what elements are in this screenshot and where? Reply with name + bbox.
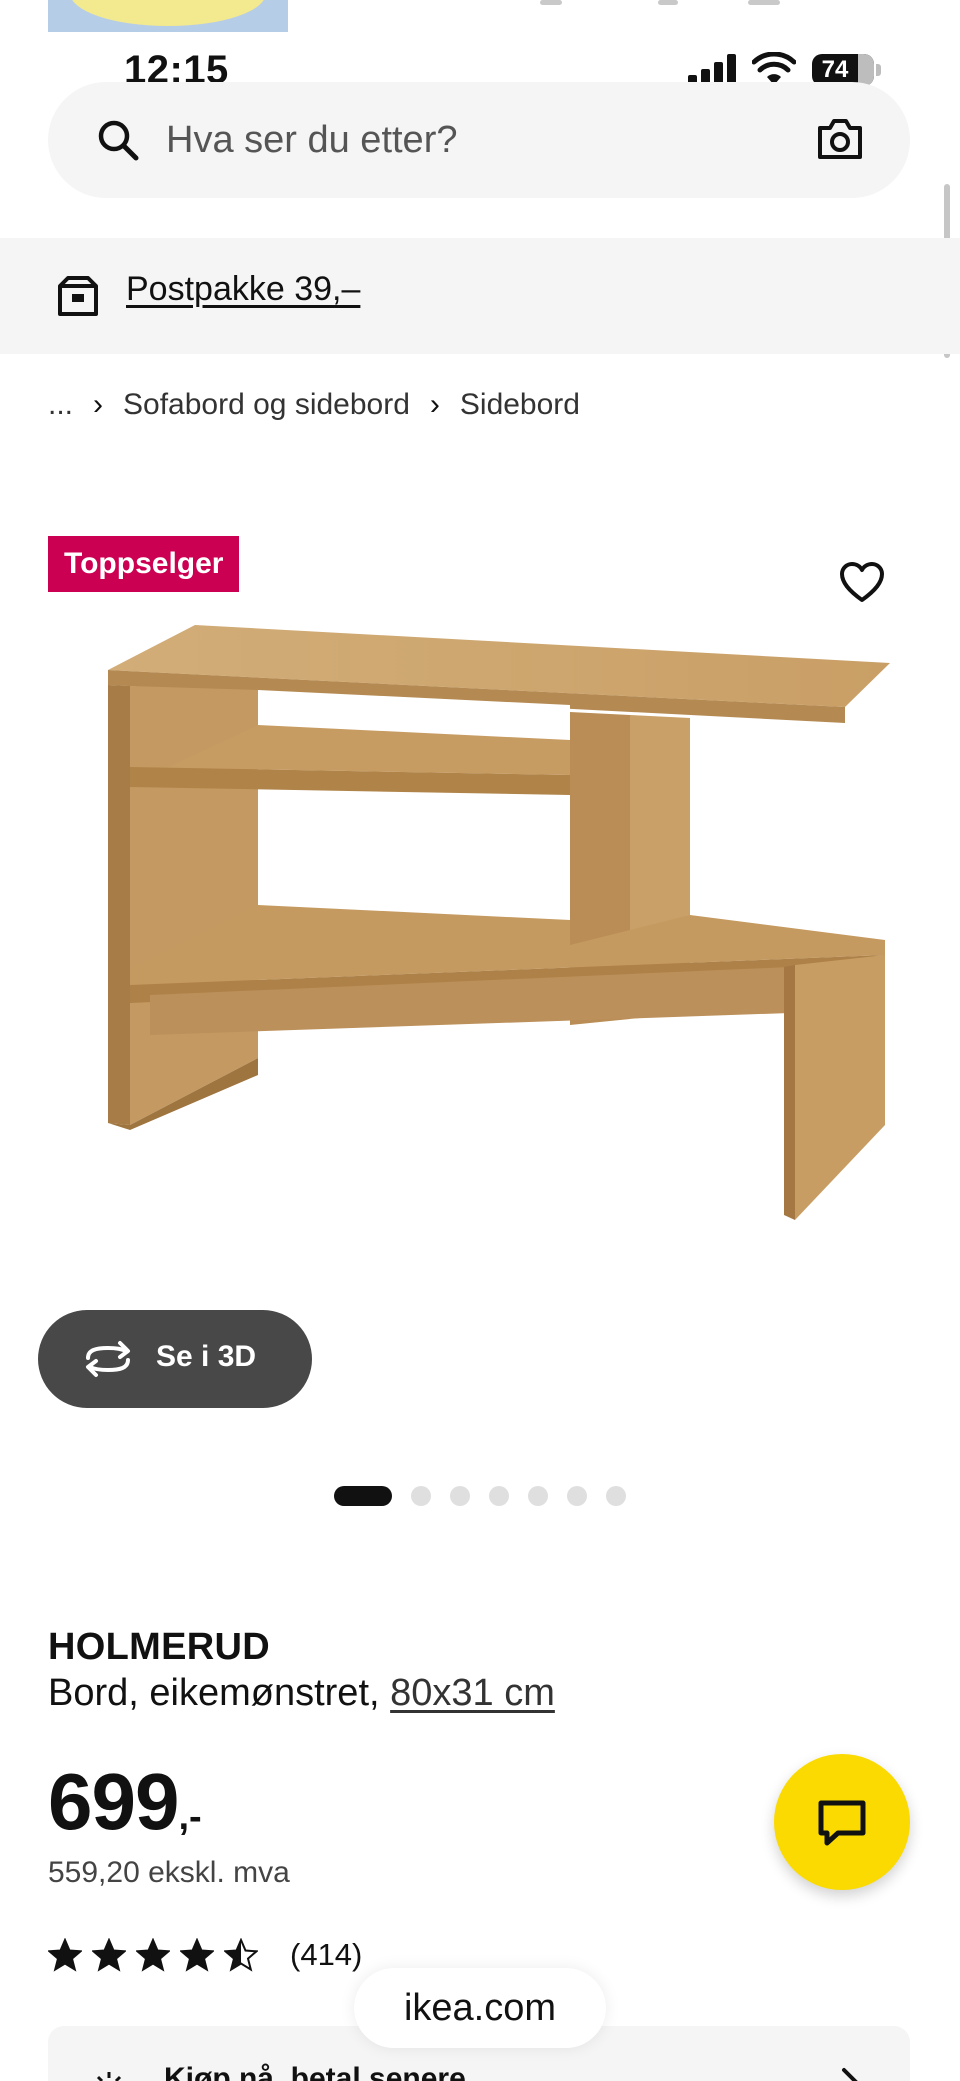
product-rating[interactable]: (414) — [48, 1936, 362, 1974]
product-description: Bord, eikemønstret, 80x31 cm — [48, 1672, 555, 1715]
breadcrumb: ... › Sofabord og sidebord › Sidebord — [48, 385, 580, 425]
carousel-dot[interactable] — [489, 1486, 509, 1506]
star-full-icon — [136, 1938, 170, 1972]
price-amount: 699 — [48, 1757, 179, 1846]
rating-count: (414) — [290, 1937, 363, 1972]
browser-url-pill[interactable]: ikea.com — [354, 1968, 606, 2048]
chat-bubble-icon — [818, 1800, 866, 1846]
cellular-signal-icon — [688, 54, 736, 84]
chevron-right-icon: › — [429, 388, 440, 421]
battery-empty-part — [857, 54, 874, 86]
star-full-icon — [92, 1938, 126, 1972]
payment-sparkle-icon — [96, 2072, 122, 2081]
rotate-3d-icon — [86, 1341, 130, 1377]
chevron-right-icon — [842, 2068, 858, 2081]
star-full-icon — [48, 1938, 82, 1972]
carousel-dot[interactable] — [411, 1486, 431, 1506]
product-image[interactable] — [90, 615, 910, 1255]
view-in-3d-button[interactable]: Se i 3D — [38, 1310, 312, 1408]
search-icon — [98, 120, 139, 161]
search-input[interactable] — [166, 112, 766, 168]
star-full-icon — [180, 1938, 214, 1972]
camera-icon[interactable] — [816, 116, 864, 162]
wifi-icon — [752, 52, 796, 85]
carousel-dot[interactable] — [528, 1486, 548, 1506]
delivery-banner: Postpakke 39,– — [0, 238, 960, 354]
price-suffix: ,- — [178, 1796, 202, 1838]
carousel-dot[interactable] — [450, 1486, 470, 1506]
star-half-icon — [224, 1938, 258, 1972]
carousel-dot[interactable] — [567, 1486, 587, 1506]
chevron-right-icon: › — [93, 388, 104, 421]
breadcrumb-item-coffee-side-tables[interactable]: Sofabord og sidebord — [123, 388, 410, 422]
top-seller-badge: Toppselger — [48, 536, 240, 592]
heart-icon[interactable] — [838, 560, 886, 604]
search-bar[interactable] — [48, 82, 910, 198]
parcel-box-icon — [58, 276, 98, 316]
price-excluding-vat: 559,20 ekskl. mva — [48, 1856, 290, 1889]
ikea-logo-peek — [48, 0, 288, 32]
breadcrumb-item-side-tables[interactable]: Sidebord — [460, 388, 580, 422]
chat-button[interactable] — [774, 1754, 910, 1890]
view-in-3d-label: Se i 3D — [156, 1340, 257, 1373]
delivery-price-link[interactable]: Postpakke 39,– — [126, 270, 360, 309]
product-name: HOLMERUD — [48, 1626, 270, 1668]
carousel-dot-active[interactable] — [334, 1486, 392, 1506]
carousel-dot[interactable] — [606, 1486, 626, 1506]
product-type: Bord, eikemønstret, — [48, 1672, 380, 1714]
battery-tip — [876, 64, 881, 76]
rating-stars — [48, 1938, 268, 1972]
product-size-link[interactable]: 80x31 cm — [390, 1672, 555, 1714]
breadcrumb-ellipsis[interactable]: ... — [48, 388, 73, 422]
pay-later-text: Kjøp nå, betal senere — [164, 2062, 466, 2081]
header-icons-peek — [540, 0, 800, 10]
product-price: 699,- — [48, 1756, 202, 1848]
